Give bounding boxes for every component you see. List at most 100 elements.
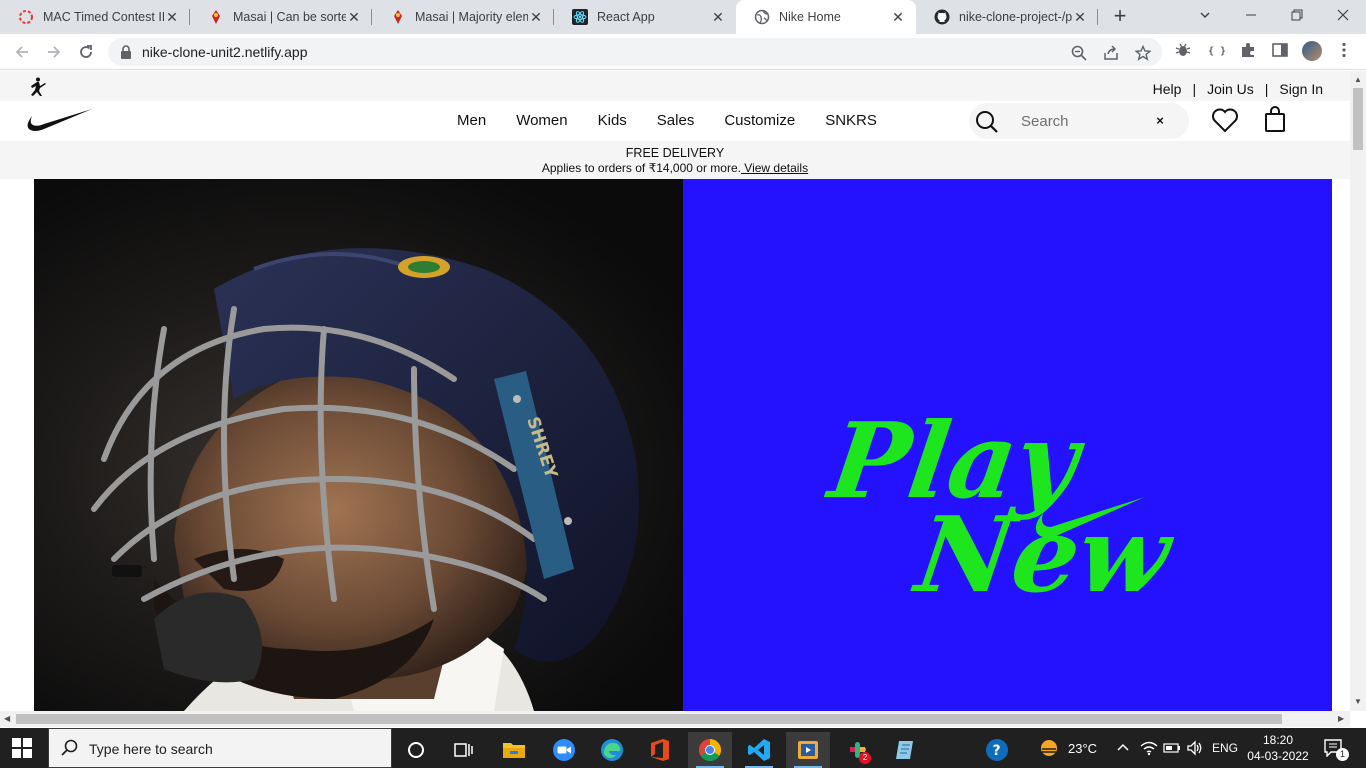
media-player-icon[interactable] [786, 732, 830, 768]
top-links: Help | Join Us | Sign In [1153, 81, 1323, 97]
vscode-icon[interactable] [737, 732, 781, 768]
close-icon[interactable]: ✕ [1072, 9, 1088, 25]
github-icon [934, 9, 950, 25]
share-icon[interactable] [1102, 44, 1120, 62]
category-nav: Men Women Kids Sales Customize SNKRS [457, 112, 907, 129]
nike-top-bar: Help | Join Us | Sign In [0, 71, 1350, 101]
scroll-up-arrow-icon[interactable]: ▲ [1354, 75, 1362, 84]
windows-start-icon[interactable] [12, 738, 32, 763]
svg-text:{ }: { } [1208, 46, 1225, 57]
zoom-icon[interactable] [1070, 44, 1088, 62]
profile-avatar[interactable] [1302, 41, 1322, 61]
tab-title: Masai | Can be sorted [233, 10, 346, 24]
lock-icon [120, 45, 132, 64]
url-text: nike-clone-unit2.netlify.app [142, 44, 308, 60]
svg-text:?: ? [993, 743, 1001, 759]
taskbar-clock[interactable]: 18:20 04-03-2022 [1238, 732, 1318, 764]
task-view-icon[interactable] [441, 732, 485, 768]
close-icon[interactable]: ✕ [528, 9, 544, 25]
taskbar-search-placeholder: Type here to search [89, 741, 213, 757]
help-tips-icon[interactable]: ? [975, 732, 1019, 768]
window-close-icon[interactable] [1320, 0, 1366, 30]
nav-men[interactable]: Men [457, 112, 486, 129]
chrome-browser-icon[interactable] [688, 732, 732, 768]
favorites-heart-icon[interactable] [1211, 107, 1239, 138]
scroll-thumb[interactable] [16, 714, 1282, 724]
search-icon[interactable] [975, 110, 999, 139]
horizontal-scrollbar[interactable]: ◀ ▶ [0, 711, 1350, 727]
help-link[interactable]: Help [1153, 81, 1182, 97]
browser-tab-active[interactable]: Nike Home ✕ [736, 0, 916, 34]
tray-overflow-icon[interactable] [1116, 728, 1130, 768]
wifi-icon[interactable] [1140, 728, 1158, 768]
tab-title: Masai | Majority eleme [415, 10, 528, 24]
browser-tab[interactable]: Masai | Majority eleme ✕ [372, 0, 554, 34]
vertical-scrollbar[interactable]: ▲ ▼ [1350, 71, 1366, 711]
jordan-jumpman-icon[interactable] [26, 77, 48, 102]
react-icon [572, 9, 588, 25]
side-panel-icon[interactable] [1270, 40, 1290, 60]
play-new-panel: Play New [683, 179, 1332, 711]
globe-icon [754, 9, 770, 25]
json-extension-icon[interactable]: { } [1206, 40, 1226, 60]
sign-in-link[interactable]: Sign In [1279, 81, 1323, 97]
address-bar[interactable]: nike-clone-unit2.netlify.app [108, 38, 1162, 66]
browser-toolbar: nike-clone-unit2.netlify.app [0, 34, 1366, 70]
language-indicator[interactable]: ENG [1212, 728, 1238, 768]
new-tab-button[interactable]: + [1108, 5, 1132, 29]
promo-title: FREE DELIVERY [625, 146, 725, 160]
tab-search-icon[interactable] [1182, 0, 1228, 30]
extensions-puzzle-icon[interactable] [1238, 40, 1258, 60]
file-explorer-icon[interactable] [492, 732, 536, 768]
nav-women[interactable]: Women [516, 112, 567, 129]
notification-center-icon[interactable]: 1 [1324, 728, 1357, 768]
scroll-right-arrow-icon[interactable]: ▶ [1338, 714, 1344, 723]
nav-sales[interactable]: Sales [657, 112, 695, 129]
taskbar-search-box[interactable]: Type here to search [48, 728, 392, 768]
browser-tab[interactable]: Masai | Can be sorted ✕ [190, 0, 372, 34]
volume-icon[interactable] [1186, 728, 1204, 768]
scroll-down-arrow-icon[interactable]: ▼ [1354, 697, 1362, 706]
nike-swoosh-logo[interactable] [26, 107, 94, 138]
edge-browser-icon[interactable] [590, 732, 634, 768]
nav-kids[interactable]: Kids [598, 112, 627, 129]
browser-tab-strip: MAC Timed Contest II ✕ Masai | Can be so… [0, 0, 1366, 34]
close-icon[interactable]: ✕ [346, 9, 362, 25]
zoom-app-icon[interactable] [542, 732, 586, 768]
browser-tab[interactable]: React App ✕ [554, 0, 736, 34]
restore-icon[interactable] [1274, 0, 1320, 30]
view-details-link[interactable]: View details [741, 161, 808, 175]
search-clear-button[interactable]: × [1150, 111, 1170, 131]
scroll-thumb[interactable] [1353, 88, 1363, 150]
slack-icon[interactable]: 2 [836, 732, 880, 768]
reload-icon[interactable] [74, 40, 98, 64]
back-arrow-icon[interactable] [10, 40, 34, 64]
extension-bug-icon[interactable] [1173, 40, 1193, 60]
join-us-link[interactable]: Join Us [1207, 81, 1254, 97]
shopping-bag-icon[interactable] [1264, 105, 1286, 138]
weather-widget[interactable]: 23°C [1038, 728, 1097, 768]
more-menu-icon[interactable] [1334, 40, 1354, 60]
notes-app-icon[interactable] [884, 732, 928, 768]
forward-arrow-icon[interactable] [42, 40, 66, 64]
bookmark-star-icon[interactable] [1134, 44, 1152, 62]
close-icon[interactable]: ✕ [164, 9, 180, 25]
office-icon[interactable] [638, 732, 682, 768]
page-viewport: Help | Join Us | Sign In Men Women Kids … [0, 71, 1350, 711]
masai-icon [18, 9, 34, 25]
close-icon[interactable]: ✕ [710, 9, 726, 25]
search-icon [61, 739, 79, 762]
tab-title: nike-clone-project-/p [959, 10, 1072, 24]
scroll-left-arrow-icon[interactable]: ◀ [4, 714, 10, 723]
hero-banner[interactable]: SHREY Play New [34, 179, 1332, 711]
browser-tab[interactable]: MAC Timed Contest II ✕ [0, 0, 190, 34]
close-icon[interactable]: ✕ [890, 9, 906, 25]
minimize-icon[interactable] [1228, 0, 1274, 30]
battery-icon[interactable] [1163, 728, 1181, 768]
search-input[interactable] [1021, 107, 1141, 135]
link-separator: | [1192, 81, 1197, 97]
browser-tab[interactable]: nike-clone-project-/p ✕ [916, 0, 1098, 34]
cortana-icon[interactable] [394, 732, 438, 768]
nav-customize[interactable]: Customize [724, 112, 795, 129]
nav-snkrs[interactable]: SNKRS [825, 112, 877, 129]
